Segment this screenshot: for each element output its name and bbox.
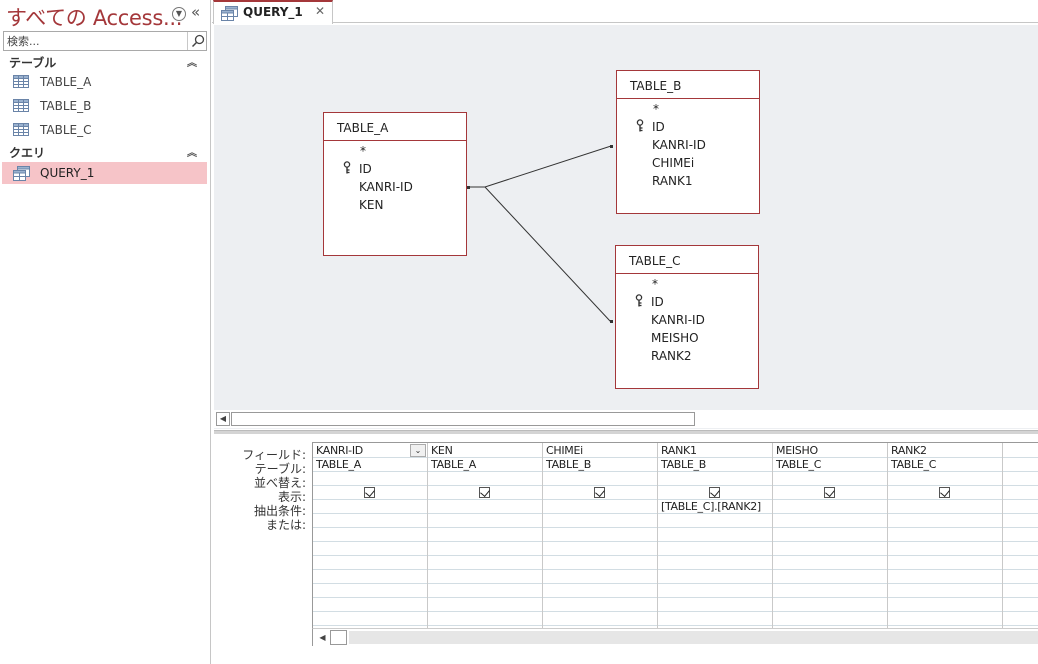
table-cell[interactable]: TABLE_A: [316, 458, 361, 471]
join-line-a-c: [468, 186, 613, 322]
table-box-table-c[interactable]: TABLE_C * ID KANRI-ID MEISHO RANK2: [615, 245, 759, 389]
table-diagram-pane[interactable]: TABLE_A * ID KANRI-ID KEN TABLE_B * ID K…: [214, 25, 1038, 429]
field-item[interactable]: MEISHO: [651, 331, 699, 345]
grid-column[interactable]: MEISHO TABLE_C: [773, 443, 888, 629]
field-item[interactable]: *: [360, 144, 366, 158]
table-icon: [13, 75, 29, 91]
table-box-title[interactable]: TABLE_A: [324, 113, 466, 141]
nav-pane-title[interactable]: すべての Access...: [6, 2, 182, 32]
access-window: すべての Access... ▼ « テーブル ︽ TABLE_A TABLE_…: [0, 0, 1038, 664]
field-cell[interactable]: MEISHO: [776, 444, 818, 457]
field-item[interactable]: CHIMEi: [652, 156, 694, 170]
design-grid: KANRI-ID ⌄ TABLE_A KEN TABLE_A CHIMEi TA…: [312, 442, 1038, 629]
scroll-left-arrow-icon[interactable]: ◀: [216, 412, 230, 426]
nav-search-box: [3, 31, 207, 51]
table-box-title[interactable]: TABLE_C: [616, 246, 758, 274]
table-icon: [13, 123, 29, 139]
nav-item-table-a[interactable]: TABLE_A: [2, 71, 207, 93]
nav-item-label: TABLE_B: [40, 99, 92, 113]
scrollbar-thumb[interactable]: [231, 412, 695, 426]
nav-item-label: QUERY_1: [40, 166, 95, 180]
table-cell[interactable]: TABLE_C: [891, 458, 936, 471]
field-item[interactable]: ID: [652, 120, 665, 134]
group-label: テーブル: [9, 56, 57, 70]
primary-key-icon: [635, 294, 643, 310]
collapse-pane-icon[interactable]: «: [191, 3, 200, 21]
field-cell[interactable]: CHIMEi: [546, 444, 583, 457]
navigation-pane: すべての Access... ▼ « テーブル ︽ TABLE_A TABLE_…: [0, 0, 211, 664]
field-cell[interactable]: KEN: [431, 444, 453, 457]
show-checkbox[interactable]: [824, 487, 835, 498]
search-input[interactable]: [4, 32, 188, 50]
nav-item-label: TABLE_C: [40, 123, 92, 137]
nav-item-table-c[interactable]: TABLE_C: [2, 119, 207, 141]
field-cell[interactable]: RANK2: [891, 444, 927, 457]
nav-item-query-1[interactable]: QUERY_1: [2, 162, 207, 184]
show-checkbox[interactable]: [364, 487, 375, 498]
field-item[interactable]: KANRI-ID: [359, 180, 413, 194]
table-cell[interactable]: TABLE_A: [431, 458, 476, 471]
scroll-left-arrow-icon[interactable]: ◀: [316, 631, 329, 644]
field-item[interactable]: *: [652, 277, 658, 291]
grid-column[interactable]: CHIMEi TABLE_B: [543, 443, 658, 629]
table-cell[interactable]: TABLE_B: [546, 458, 591, 471]
table-box-table-a[interactable]: TABLE_A * ID KANRI-ID KEN: [323, 112, 467, 256]
group-header-tables[interactable]: テーブル ︽: [9, 54, 207, 72]
field-item[interactable]: KEN: [359, 198, 383, 212]
search-icon[interactable]: [187, 32, 206, 50]
field-item[interactable]: ID: [359, 162, 372, 176]
nav-item-label: TABLE_A: [40, 75, 92, 89]
table-box-title[interactable]: TABLE_B: [617, 71, 759, 99]
grid-column[interactable]: RANK2 TABLE_C: [888, 443, 1003, 629]
show-checkbox[interactable]: [479, 487, 490, 498]
primary-key-icon: [636, 119, 644, 135]
group-header-queries[interactable]: クエリ ︽: [9, 144, 207, 162]
show-checkbox[interactable]: [709, 487, 720, 498]
field-item[interactable]: *: [653, 102, 659, 116]
document-tab-bar: QUERY_1 ✕: [212, 0, 1038, 24]
scrollbar-thumb[interactable]: [330, 630, 347, 645]
nav-menu-chevron-icon[interactable]: ▼: [172, 7, 186, 21]
dropdown-chevron-icon[interactable]: ⌄: [410, 444, 426, 457]
field-item[interactable]: RANK2: [651, 349, 692, 363]
field-item[interactable]: KANRI-ID: [651, 313, 705, 327]
query-icon: [221, 6, 238, 24]
grid-horizontal-scrollbar[interactable]: ◀: [312, 628, 1038, 646]
row-label-or: または:: [265, 518, 306, 532]
collapse-group-icon[interactable]: ︽: [187, 144, 197, 159]
close-icon[interactable]: ✕: [315, 4, 325, 18]
collapse-group-icon[interactable]: ︽: [187, 54, 197, 69]
diagram-horizontal-scrollbar[interactable]: ◀: [214, 410, 1038, 428]
join-end-marker: [610, 320, 613, 323]
field-item[interactable]: KANRI-ID: [652, 138, 706, 152]
field-cell[interactable]: RANK1: [661, 444, 697, 457]
table-cell[interactable]: TABLE_B: [661, 458, 706, 471]
field-cell[interactable]: KANRI-ID: [316, 444, 363, 457]
primary-key-icon: [343, 161, 351, 177]
join-end-marker: [467, 186, 470, 189]
field-item[interactable]: ID: [651, 295, 664, 309]
show-checkbox[interactable]: [939, 487, 950, 498]
query-design-grid-pane: フィールド: テーブル: 並べ替え: 表示: 抽出条件: または: KANRI-…: [214, 434, 1038, 664]
table-cell[interactable]: TABLE_C: [776, 458, 821, 471]
group-label: クエリ: [9, 146, 46, 160]
scrollbar-track[interactable]: [349, 631, 1038, 644]
nav-item-table-b[interactable]: TABLE_B: [2, 95, 207, 117]
grid-column[interactable]: KANRI-ID ⌄ TABLE_A: [313, 443, 428, 629]
field-item[interactable]: RANK1: [652, 174, 693, 188]
join-line-a-b: [468, 145, 613, 188]
table-icon: [13, 99, 29, 115]
show-checkbox[interactable]: [594, 487, 605, 498]
grid-column[interactable]: RANK1 TABLE_B [TABLE_C].[RANK2]: [658, 443, 773, 629]
table-box-table-b[interactable]: TABLE_B * ID KANRI-ID CHIMEi RANK1: [616, 70, 760, 214]
query-icon: [13, 166, 30, 184]
query-design-document: QUERY_1 ✕ TABLE_A * ID KANRI-ID KEN TABL…: [212, 0, 1038, 664]
criteria-cell[interactable]: [TABLE_C].[RANK2]: [661, 500, 761, 513]
tab-label: QUERY_1: [243, 5, 303, 19]
grid-column[interactable]: KEN TABLE_A: [428, 443, 543, 629]
tab-query-1[interactable]: QUERY_1 ✕: [213, 0, 333, 24]
grid-column-empty[interactable]: [1003, 443, 1038, 629]
join-end-marker: [610, 145, 613, 148]
